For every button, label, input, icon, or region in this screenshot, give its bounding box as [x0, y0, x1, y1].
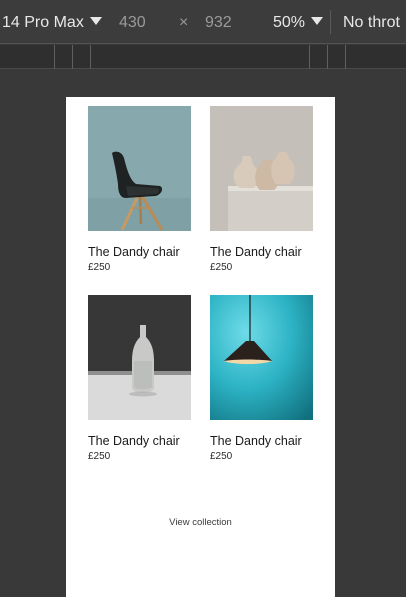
product-price: £250: [210, 451, 233, 462]
product-card[interactable]: The Dandy chair £250: [88, 295, 191, 463]
width-input[interactable]: 430: [119, 13, 146, 33]
product-name[interactable]: The Dandy chair: [210, 434, 313, 449]
product-name[interactable]: The Dandy chair: [88, 434, 191, 449]
white-bottle-vase-image[interactable]: [88, 295, 191, 420]
times-icon: ×: [179, 14, 189, 31]
media-query-bar: [0, 45, 406, 69]
chevron-down-icon: [311, 17, 324, 25]
black-chair-image[interactable]: [88, 106, 191, 231]
devtools-device-toolbar: 14 Pro Max 430 × 932 50% No throt: [0, 0, 406, 44]
throttle-select[interactable]: No throt: [343, 13, 400, 33]
product-price: £250: [88, 262, 111, 273]
ruler-marker[interactable]: [309, 45, 310, 69]
ruler-marker[interactable]: [327, 45, 328, 69]
product-price: £250: [88, 451, 111, 462]
ruler-marker[interactable]: [54, 45, 55, 69]
pendant-lamp-image[interactable]: [210, 295, 313, 420]
height-input[interactable]: 932: [205, 13, 232, 33]
device-name: 14 Pro Max: [2, 14, 84, 31]
ruler-marker[interactable]: [345, 45, 346, 69]
zoom-select[interactable]: 50%: [273, 13, 324, 33]
ruler-marker[interactable]: [90, 45, 91, 69]
product-card[interactable]: The Dandy chair £250: [210, 106, 313, 274]
ceramic-vases-image[interactable]: [210, 106, 313, 231]
device-select[interactable]: 14 Pro Max: [2, 13, 102, 33]
zoom-value: 50%: [273, 14, 306, 31]
ruler-marker[interactable]: [72, 45, 73, 69]
device-canvas: The Dandy chair £250 The Dandy chair £25…: [0, 70, 406, 597]
view-collection-link[interactable]: View collection: [66, 517, 335, 528]
product-card[interactable]: The Dandy chair £250: [88, 106, 191, 274]
toolbar-divider: [330, 10, 331, 34]
product-name[interactable]: The Dandy chair: [88, 245, 191, 260]
product-price: £250: [210, 262, 233, 273]
chevron-down-icon: [89, 17, 102, 25]
product-name[interactable]: The Dandy chair: [210, 245, 313, 260]
product-card[interactable]: The Dandy chair £250: [210, 295, 313, 463]
device-page: The Dandy chair £250 The Dandy chair £25…: [66, 97, 335, 597]
